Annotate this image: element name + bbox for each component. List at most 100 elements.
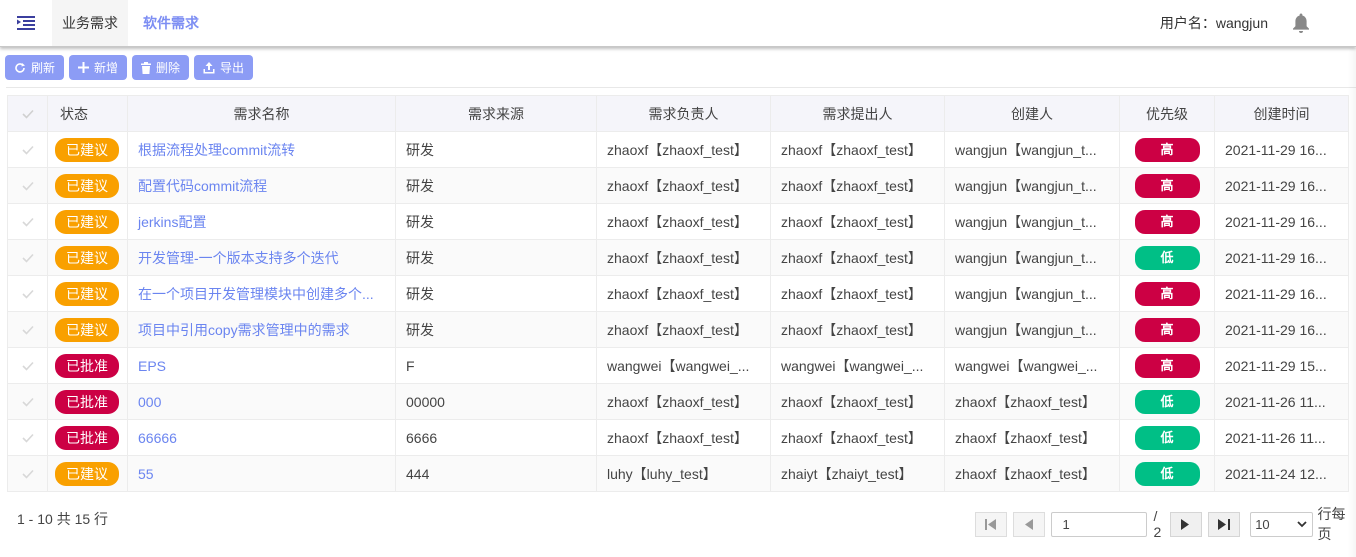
add-button[interactable]: 新增 [69, 55, 128, 80]
priority-cell: 低 [1119, 383, 1215, 420]
table-row[interactable]: 已建议 配置代码commit流程 研发 zhaoxf【zhaoxf_test】 zhao… [7, 167, 1349, 204]
prev-page-button[interactable] [1013, 511, 1046, 537]
pagination: / 2 10 行每页 [975, 504, 1356, 544]
requirement-name-link[interactable]: 在一个项目开发管理模块中创建多个... [138, 286, 374, 302]
toolbar-divider [6, 87, 1356, 88]
refresh-button[interactable]: 刷新 [5, 55, 65, 80]
priority-badge: 高 [1134, 353, 1200, 378]
check-icon [21, 469, 34, 479]
table-row[interactable]: 已建议 开发管理-一个版本支持多个迭代 研发 zhaoxf【zhaoxf_test】 z… [7, 239, 1349, 276]
owner-cell: zhaoxf【zhaoxf_test】 [596, 131, 771, 168]
priority-cell: 高 [1119, 275, 1215, 312]
name-cell: EPS [127, 347, 396, 384]
trash-icon [141, 61, 152, 74]
next-page-button[interactable] [1169, 511, 1202, 537]
priority-badge: 高 [1134, 317, 1200, 342]
row-checkbox[interactable] [7, 167, 48, 204]
creator-cell: wangwei【wangwei_... [944, 347, 1120, 384]
row-checkbox[interactable] [7, 131, 48, 168]
requirement-name-link[interactable]: 配置代码commit流程 [138, 178, 267, 194]
table-row[interactable]: 已批准 EPS Fwangwei【wangwei_... wangwei【wangwe… [7, 347, 1349, 384]
proposer-cell: zhaiyt【zhaiyt_test】 [770, 455, 945, 492]
name-cell: 项目中引用copy需求管理中的需求 [127, 311, 396, 348]
status-badge: 已批准 [55, 353, 119, 378]
owner-cell: luhy【luhy_test】 [596, 455, 771, 492]
requirement-name-link[interactable]: 开发管理-一个版本支持多个迭代 [138, 250, 339, 266]
priority-cell: 高 [1119, 311, 1215, 348]
check-icon [21, 109, 34, 119]
export-button[interactable]: 导出 [194, 55, 254, 80]
requirement-name-link[interactable]: 根据流程处理commit流转 [138, 142, 295, 158]
requirement-name-link[interactable]: EPS [138, 358, 166, 374]
check-icon [21, 397, 34, 407]
scrollbar-track[interactable] [1348, 48, 1356, 557]
last-page-button[interactable] [1207, 511, 1241, 537]
row-checkbox[interactable] [7, 311, 48, 348]
source-cell: 6666 [395, 419, 597, 456]
owner-cell: zhaoxf【zhaoxf_test】 [596, 275, 771, 312]
priority-badge: 低 [1134, 461, 1200, 486]
priority-badge: 低 [1134, 425, 1200, 450]
column-header-priority[interactable]: 优先级 [1119, 95, 1215, 132]
table-row[interactable]: 已批准 66666 6666 zhaoxf【zhaoxf_test】 zhaoxf【zh… [7, 419, 1349, 456]
status-cell: 已建议 [47, 455, 128, 492]
row-checkbox[interactable] [7, 419, 48, 456]
delete-label: 删除 [156, 61, 181, 75]
table-row[interactable]: 已建议 根据流程处理commit流转 研发 zhaoxf【zhaoxf_test】 zh… [7, 131, 1349, 168]
status-badge: 已建议 [55, 137, 119, 162]
requirement-name-link[interactable]: 66666 [138, 430, 177, 446]
table-row[interactable]: 已建议 项目中引用copy需求管理中的需求 研发 zhaoxf【zhaoxf_test… [7, 311, 1349, 348]
status-cell: 已建议 [47, 167, 128, 204]
row-checkbox[interactable] [7, 455, 48, 492]
prev-page-icon [1024, 518, 1033, 530]
menu-toggle-button[interactable] [0, 0, 52, 46]
owner-cell: zhaoxf【zhaoxf_test】 [596, 167, 771, 204]
owner-cell: wangwei【wangwei_... [596, 347, 771, 384]
table-row[interactable]: 已批准 000 00000 zhaoxf【zhaoxf_test】 zhaoxf【zha… [7, 383, 1349, 420]
column-header-proposer[interactable]: 需求提出人 [770, 95, 945, 132]
row-checkbox[interactable] [7, 383, 48, 420]
owner-cell: zhaoxf【zhaoxf_test】 [596, 239, 771, 276]
column-header-owner[interactable]: 需求负责人 [596, 95, 771, 132]
table-row[interactable]: 已建议 在一个项目开发管理模块中创建多个... 研发 zhaoxf【zhaoxf_te… [7, 275, 1349, 312]
requirements-table: 状态 需求名称 需求来源 需求负责人 需求提出人 创建人 优先级 创建时间 已建… [7, 95, 1349, 492]
check-icon [21, 181, 34, 191]
delete-button[interactable]: 删除 [132, 55, 190, 80]
first-page-button[interactable] [975, 511, 1008, 537]
name-cell: jerkins配置 [127, 203, 396, 240]
select-all-checkbox[interactable] [7, 95, 48, 132]
column-header-source[interactable]: 需求来源 [395, 95, 597, 132]
requirement-name-link[interactable]: 55 [138, 466, 154, 482]
status-badge: 已建议 [55, 317, 119, 342]
row-checkbox[interactable] [7, 275, 48, 312]
refresh-label: 刷新 [31, 61, 56, 75]
source-cell: 研发 [395, 167, 597, 204]
total-pages: / 2 [1153, 508, 1162, 540]
owner-cell: zhaoxf【zhaoxf_test】 [596, 419, 771, 456]
proposer-cell: zhaoxf【zhaoxf_test】 [770, 167, 945, 204]
page-size-select[interactable]: 10 [1250, 511, 1313, 537]
requirement-name-link[interactable]: jerkins配置 [138, 214, 206, 230]
check-icon [21, 361, 34, 371]
tab-software-requirements[interactable]: 软件需求 [128, 0, 214, 46]
column-header-creator[interactable]: 创建人 [944, 95, 1120, 132]
status-cell: 已建议 [47, 203, 128, 240]
requirement-name-link[interactable]: 000 [138, 394, 161, 410]
proposer-cell: zhaoxf【zhaoxf_test】 [770, 239, 945, 276]
row-checkbox[interactable] [7, 347, 48, 384]
creator-cell: zhaoxf【zhaoxf_test】 [944, 419, 1120, 456]
created-time-cell: 2021-11-26 11... [1214, 383, 1349, 420]
column-header-created[interactable]: 创建时间 [1214, 95, 1349, 132]
column-header-name[interactable]: 需求名称 [127, 95, 396, 132]
status-badge: 已建议 [55, 209, 119, 234]
row-checkbox[interactable] [7, 239, 48, 276]
page-number-input[interactable] [1051, 511, 1148, 537]
column-header-status[interactable]: 状态 [47, 95, 128, 132]
next-page-icon [1181, 518, 1190, 530]
tab-business-requirements[interactable]: 业务需求 [52, 0, 128, 46]
table-row[interactable]: 已建议 jerkins配置 研发 zhaoxf【zhaoxf_test】 zhaoxf【… [7, 203, 1349, 240]
row-checkbox[interactable] [7, 203, 48, 240]
table-row[interactable]: 已建议 55 444 luhy【luhy_test】 zhaiyt【zhaiyt_tes… [7, 455, 1349, 492]
requirement-name-link[interactable]: 项目中引用copy需求管理中的需求 [138, 322, 350, 338]
notification-button[interactable] [1292, 12, 1312, 34]
